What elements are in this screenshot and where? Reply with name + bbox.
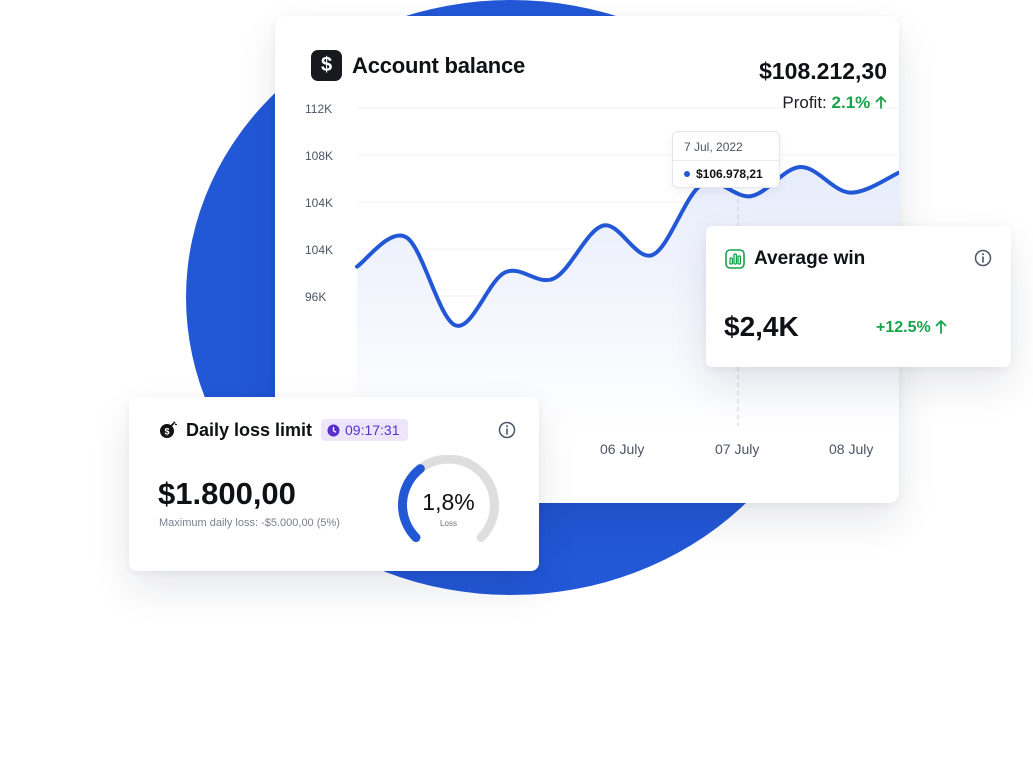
gauge-value: 1,8% [422,489,475,515]
y-tick: 104K [305,196,334,210]
arrow-up-icon [935,320,947,334]
info-icon[interactable] [974,249,992,267]
average-win-change: +12.5% [876,319,947,337]
bar-chart-icon [725,249,745,269]
daily-loss-value: $1.800,00 [158,476,296,511]
daily-loss-card: $ Daily loss limit 09:17:31 $1.800,00 Ma… [129,397,539,571]
x-tick: 06 July [600,441,645,457]
dollar-icon: $ [311,50,342,81]
card-title: Account balance [352,52,526,78]
series-dot-icon [684,171,690,177]
svg-text:$: $ [164,427,169,437]
chart-tooltip: 7 Jul, 2022 $106.978,21 [672,131,780,188]
x-tick: 08 July [829,441,874,457]
y-tick: 104K [305,243,334,257]
loss-gauge: 1,8% Loss [391,454,506,550]
daily-loss-subtext: Maximum daily loss: -$5.000,00 (5%) [159,517,340,529]
clock-icon [327,424,340,436]
gauge-label: Loss [440,519,457,528]
timer-badge: 09:17:31 [321,419,408,441]
profit-line: Profit: 2.1% [782,93,887,113]
average-win-card: Average win $2,4K +12.5% [706,226,1011,367]
average-win-label: Average win [754,248,866,269]
balance-total: $108.212,30 [759,58,887,84]
arrow-up-icon [875,96,887,109]
info-icon[interactable] [498,421,516,439]
y-tick: 108K [305,149,334,163]
tooltip-value-row: $106.978,21 [684,167,763,181]
average-win-change-text: +12.5% [876,319,931,336]
average-win-value: $2,4K [724,311,799,342]
y-tick: 112K [305,102,333,116]
tooltip-divider [673,160,779,161]
tooltip-value: $106.978,21 [696,167,763,181]
profit-label: Profit: [782,93,827,112]
tooltip-date: 7 Jul, 2022 [684,140,743,154]
profit-pct: 2.1% [831,93,871,112]
timer-text: 09:17:31 [345,422,400,438]
balance-title-row: $ Account balance [311,50,525,81]
bomb-icon: $ [160,421,177,438]
y-tick: 96K [305,290,327,304]
x-tick: 07 July [715,441,760,457]
daily-loss-label: Daily loss limit [186,420,313,440]
